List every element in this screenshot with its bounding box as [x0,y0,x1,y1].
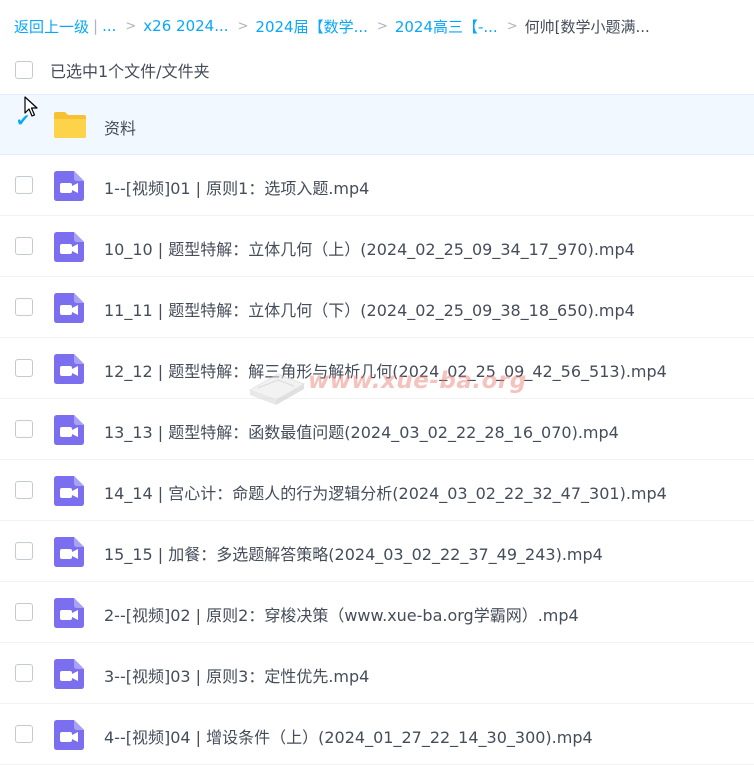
file-name[interactable]: 15_15 | 加餐：多选题解答策略(2024_03_02_22_37_49_2… [104,541,603,565]
breadcrumb-item[interactable]: x26 2024... [143,17,228,35]
select-all-checkbox[interactable] [15,61,33,79]
video-file-icon[interactable] [54,659,84,689]
chevron-right-icon: > [376,18,388,34]
selection-bar: 已选中1个文件/文件夹 [0,54,754,86]
folder-row[interactable]: ✔ 资料 [0,94,754,155]
file-row[interactable]: 14_14 | 宫心计：命题人的行为逻辑分析(2024_03_02_22_32_… [0,460,754,521]
row-checkbox[interactable] [15,176,33,194]
file-row[interactable]: 1--[视频]01 | 原则1：选项入题.mp4 [0,155,754,216]
video-file-icon[interactable] [54,354,84,384]
file-name[interactable]: 2--[视频]02 | 原则2：穿梭决策（www.xue-ba.org学霸网）.… [104,602,579,626]
video-file-icon[interactable] [54,598,84,628]
row-checkbox[interactable] [15,481,33,499]
back-link[interactable]: 返回上一级 [14,16,89,37]
breadcrumb-current: 何帅[数学小题满... [524,17,650,36]
file-name[interactable]: 1--[视频]01 | 原则1：选项入题.mp4 [104,175,369,199]
file-row[interactable]: 12_12 | 题型特解：解三角形与解析几何(2024_02_25_09_42_… [0,338,754,399]
folder-icon[interactable] [52,110,88,140]
row-checkbox[interactable] [15,725,33,743]
row-checkbox[interactable] [15,603,33,621]
file-row[interactable]: 15_15 | 加餐：多选题解答策略(2024_03_02_22_37_49_2… [0,521,754,582]
file-name[interactable]: 12_12 | 题型特解：解三角形与解析几何(2024_02_25_09_42_… [104,358,667,382]
file-row[interactable]: 10_10 | 题型特解：立体几何（上）(2024_02_25_09_34_17… [0,216,754,277]
file-row[interactable]: 4--[视频]04 | 增设条件（上）(2024_01_27_22_14_30_… [0,704,754,765]
row-checkbox[interactable] [15,420,33,438]
file-name[interactable]: 3--[视频]03 | 原则3：定性优先.mp4 [104,663,369,687]
video-file-icon[interactable] [54,537,84,567]
file-row[interactable]: 13_13 | 题型特解：函数最值问题(2024_03_02_22_28_16_… [0,399,754,460]
breadcrumb-item[interactable]: 2024届【数学... [255,16,367,37]
file-name[interactable]: 14_14 | 宫心计：命题人的行为逻辑分析(2024_03_02_22_32_… [104,480,667,504]
file-name[interactable]: 10_10 | 题型特解：立体几何（上）(2024_02_25_09_34_17… [104,236,635,260]
file-name[interactable]: 资料 [104,115,136,139]
video-file-icon[interactable] [54,720,84,750]
row-checkbox[interactable] [15,359,33,377]
row-checkbox[interactable] [15,298,33,316]
breadcrumb: 返回上一级 | ... > x26 2024... > 2024届【数学... … [14,14,650,38]
video-file-icon[interactable] [54,232,84,262]
file-name[interactable]: 4--[视频]04 | 增设条件（上）(2024_01_27_22_14_30_… [104,724,593,748]
file-name[interactable]: 13_13 | 题型特解：函数最值问题(2024_03_02_22_28_16_… [104,419,619,443]
breadcrumb-ellipsis[interactable]: ... [102,17,116,35]
selection-count-text: 已选中1个文件/文件夹 [50,62,210,81]
video-file-icon[interactable] [54,171,84,201]
mouse-cursor-icon [24,96,38,117]
breadcrumb-item[interactable]: 2024高三【-... [395,16,498,37]
row-checkbox[interactable] [15,237,33,255]
row-checkbox[interactable]: ✔ [15,112,33,134]
file-row[interactable]: 11_11 | 题型特解：立体几何（下）(2024_02_25_09_38_18… [0,277,754,338]
video-file-icon[interactable] [54,293,84,323]
chevron-right-icon: > [125,18,137,34]
chevron-right-icon: > [237,18,249,34]
row-checkbox[interactable] [15,542,33,560]
file-name[interactable]: 11_11 | 题型特解：立体几何（下）(2024_02_25_09_38_18… [104,297,635,321]
video-file-icon[interactable] [54,415,84,445]
file-list: ✔ 资料 1--[视频]01 | 原则1：选项入题.mp4 10_10 | 题型特解：… [0,94,754,765]
file-row[interactable]: 3--[视频]03 | 原则3：定性优先.mp4 [0,643,754,704]
chevron-right-icon: > [506,18,518,34]
video-file-icon[interactable] [54,476,84,506]
file-row[interactable]: 2--[视频]02 | 原则2：穿梭决策（www.xue-ba.org学霸网）.… [0,582,754,643]
row-checkbox[interactable] [15,664,33,682]
breadcrumb-divider: | [93,17,99,35]
